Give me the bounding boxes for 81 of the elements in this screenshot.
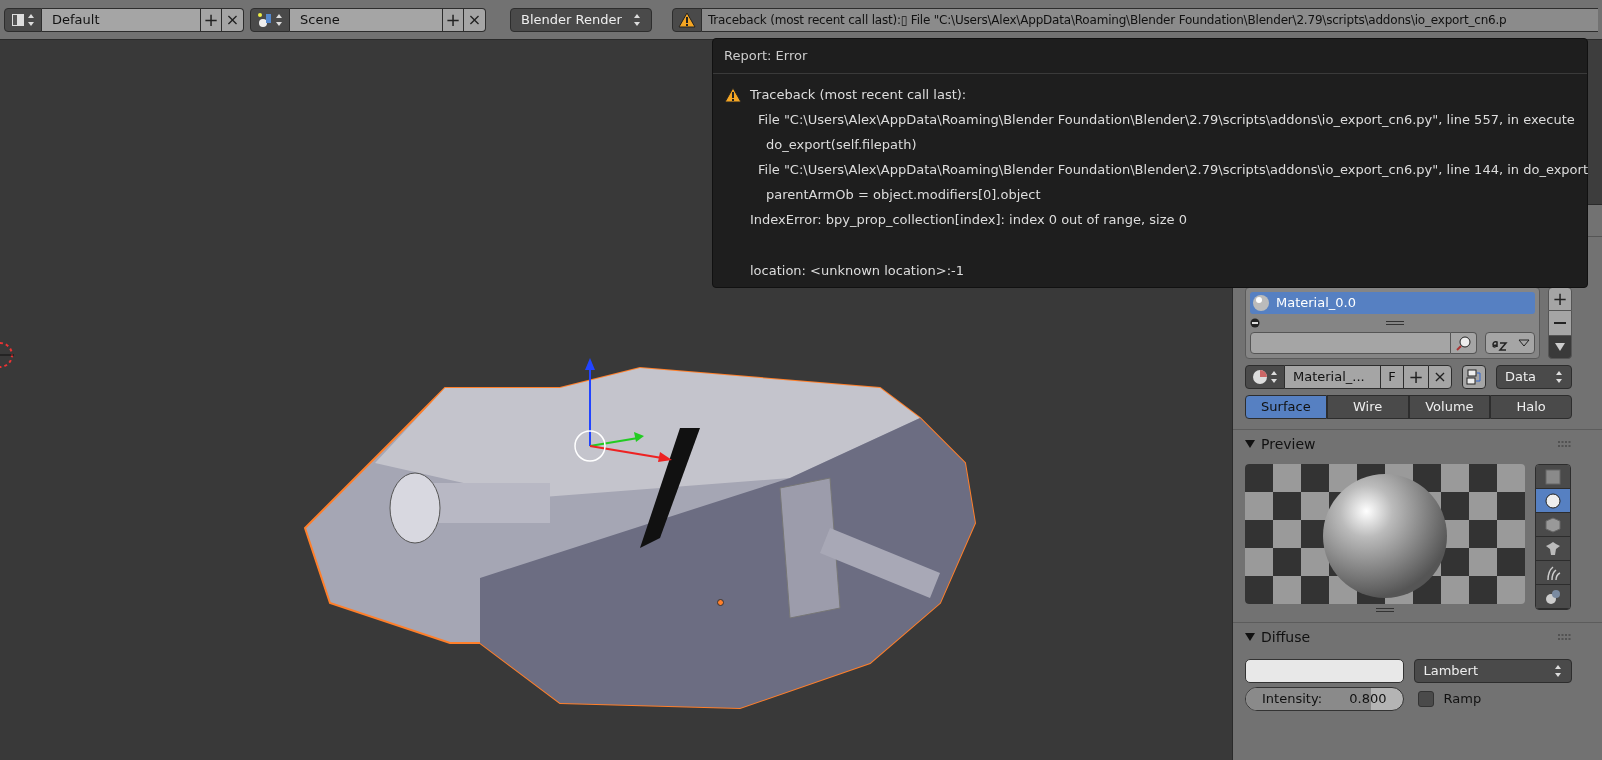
resize-handle[interactable] xyxy=(1376,608,1394,612)
fake-user-button[interactable]: F xyxy=(1380,365,1404,389)
report-message[interactable]: Traceback (most recent call last):▯ File "C:\Users\Alex\AppData\Roaming\Blender Foundation\Blender\2.79\scripts\addons\io_export_cn6.p xyxy=(702,7,1598,32)
add-button[interactable]: + xyxy=(442,7,464,32)
material-type-tab[interactable]: Volume xyxy=(1408,395,1491,419)
drag-handle-icon[interactable] xyxy=(1558,634,1572,640)
link-dropdown[interactable]: Data xyxy=(1496,365,1572,389)
panel-title: Preview xyxy=(1261,434,1316,454)
scene-icon xyxy=(257,11,273,28)
preview-shape-button[interactable] xyxy=(1536,537,1570,561)
browse-material-button[interactable] xyxy=(1245,365,1285,389)
diffuse-color-swatch[interactable] xyxy=(1245,659,1404,683)
minus-circle-icon xyxy=(1250,318,1260,328)
traceback-line: Traceback (most recent call last): xyxy=(750,85,967,104)
minus-icon xyxy=(1554,322,1566,324)
add-button[interactable]: + xyxy=(200,7,222,32)
close-button[interactable]: × xyxy=(464,7,486,32)
preview-shape-button[interactable] xyxy=(1536,489,1570,513)
cube-icon xyxy=(1545,516,1561,533)
specials-menu-button[interactable] xyxy=(1548,335,1572,359)
panel-title: Diffuse xyxy=(1261,627,1311,647)
collapse-triangle-icon[interactable] xyxy=(1245,440,1255,448)
material-name-field[interactable]: Material_... xyxy=(1285,365,1380,389)
scene-type-button[interactable] xyxy=(250,7,290,32)
scene-field[interactable]: Scene xyxy=(290,7,442,32)
preview-shape-button[interactable] xyxy=(1536,561,1570,585)
sphere-icon xyxy=(1545,492,1561,509)
filter-field[interactable] xyxy=(1250,332,1451,354)
spheres-icon xyxy=(1545,588,1561,605)
traceback-line: IndexError: bpy_prop_collection[index]: index 0 out of range, size 0 xyxy=(750,210,1187,229)
slider-label: Intensity: xyxy=(1262,690,1323,709)
material-type-tab[interactable]: Wire xyxy=(1326,395,1409,419)
material-type-tab[interactable]: Halo xyxy=(1490,395,1572,419)
up-down-arrows-icon xyxy=(1270,370,1278,384)
material-sphere-icon xyxy=(1252,294,1270,312)
traceback-line: parentArmOb = object.modifiers[0].object xyxy=(766,185,1041,204)
up-down-arrows-icon xyxy=(1555,370,1563,384)
material-type-tab[interactable]: Surface xyxy=(1245,395,1327,419)
plane-icon xyxy=(1545,468,1561,485)
ramp-checkbox[interactable] xyxy=(1417,691,1434,707)
up-down-arrows-icon xyxy=(1554,664,1562,678)
traceback-line: do_export(self.filepath) xyxy=(766,135,917,154)
zoom-icon xyxy=(1455,335,1472,351)
up-down-arrows-icon xyxy=(27,12,35,27)
layout-icon xyxy=(11,12,25,27)
remove-slot-button[interactable] xyxy=(1548,311,1572,335)
material-ball-icon xyxy=(1252,369,1268,385)
popup-title: Report: Error xyxy=(713,39,1587,74)
preview-shape-button[interactable] xyxy=(1536,585,1570,609)
hair-strands-icon xyxy=(1545,564,1561,581)
up-down-arrows-icon xyxy=(275,12,283,27)
warning-icon xyxy=(724,86,742,103)
3d-cursor-icon xyxy=(0,340,16,370)
traceback-line: File "C:\Users\Alex\AppData\Roaming\Blender Foundation\Blender\2.79\scripts\addons\io_export_cn6.py", line 557, in execute xyxy=(758,110,1575,129)
collapse-triangle-icon[interactable] xyxy=(1245,633,1255,641)
intensity-slider[interactable]: Intensity: 0.800 xyxy=(1245,687,1404,711)
shader-dropdown[interactable]: Lambert xyxy=(1413,659,1572,683)
copy-material-button[interactable] xyxy=(1462,365,1486,389)
unlink-button[interactable]: × xyxy=(1428,365,1452,389)
copy-icon xyxy=(1466,369,1482,385)
render-engine-dropdown[interactable]: Blender Render xyxy=(510,7,652,32)
resize-handle[interactable] xyxy=(1386,321,1404,325)
monkey-head-icon xyxy=(1545,540,1561,557)
close-button[interactable]: × xyxy=(222,7,244,32)
traceback-line: location: <unknown location>:-1 xyxy=(750,261,964,280)
new-material-button[interactable]: + xyxy=(1404,365,1428,389)
up-down-arrows-icon xyxy=(633,12,641,27)
slider-value: 0.800 xyxy=(1349,690,1387,709)
add-slot-button[interactable]: + xyxy=(1548,287,1572,311)
drag-handle-icon[interactable] xyxy=(1558,441,1572,447)
preview-shape-button[interactable] xyxy=(1536,513,1570,537)
traceback-line: File "C:\Users\Alex\AppData\Roaming\Blender Foundation\Blender\2.79\scripts\addons\io_export_cn6.py", line 144, in do_export xyxy=(758,160,1588,179)
warning-icon xyxy=(672,7,702,32)
caret-icon xyxy=(1555,343,1565,351)
layout-field[interactable]: Default xyxy=(42,7,200,32)
editor-type-button[interactable] xyxy=(4,7,42,32)
ramp-label: Ramp xyxy=(1443,690,1482,709)
sort-alphabetical-button[interactable] xyxy=(1485,332,1535,354)
caret-icon xyxy=(1517,339,1530,347)
material-slot[interactable]: Material_0.0 xyxy=(1250,292,1535,314)
search-button[interactable] xyxy=(1451,332,1477,354)
